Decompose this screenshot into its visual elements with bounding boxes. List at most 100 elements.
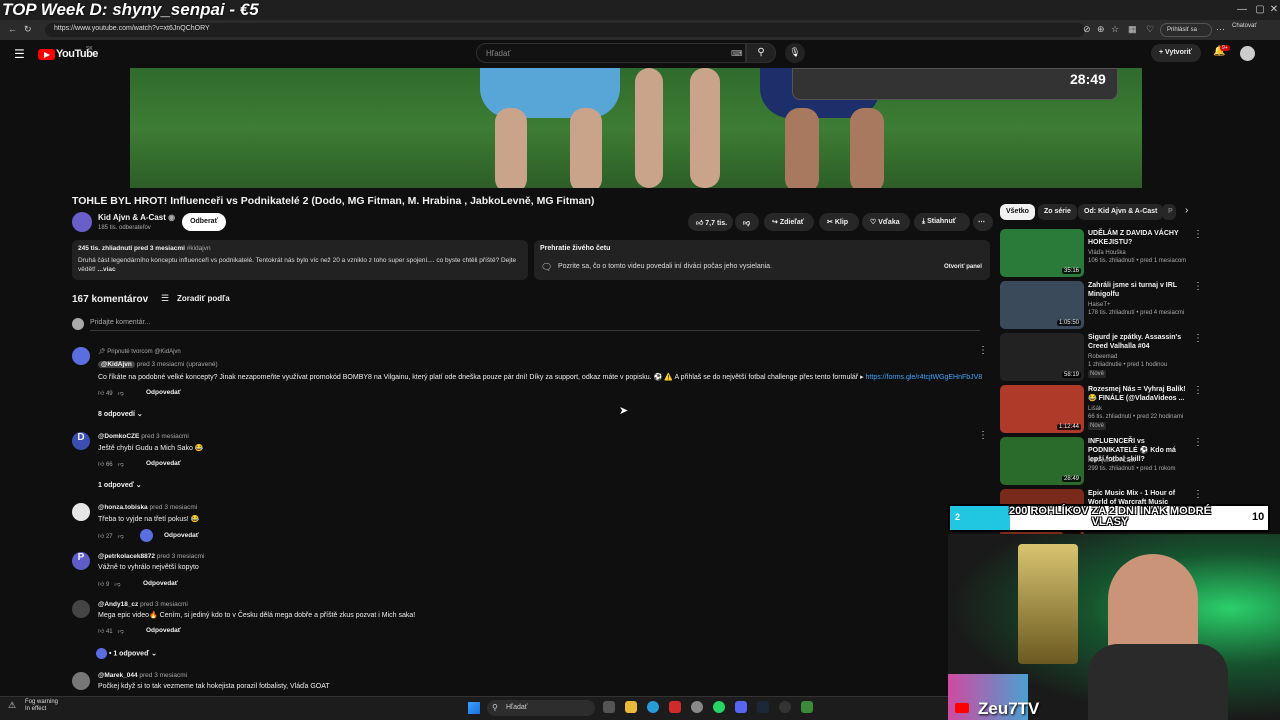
reload-icon[interactable]: ↻: [24, 24, 32, 35]
star-icon[interactable]: ☆: [1111, 24, 1119, 35]
obs-icon[interactable]: [691, 701, 703, 713]
add-comment-input[interactable]: Pridajte komentár...: [90, 319, 150, 326]
show-replies-button[interactable]: 1 odpoveď ⌄: [98, 481, 142, 489]
rec-thumbnail[interactable]: 35:16: [1000, 229, 1084, 277]
favorites-icon[interactable]: ♡: [1146, 24, 1154, 35]
rec-menu-icon[interactable]: ⋮: [1193, 333, 1203, 344]
rec-menu-icon[interactable]: ⋮: [1193, 229, 1203, 240]
comment-avatar[interactable]: [72, 600, 90, 618]
keyboard-icon[interactable]: ⌨: [731, 49, 743, 58]
author-handle[interactable]: @DomkoCZE: [98, 433, 139, 440]
rec-channel[interactable]: Kid Ajvn & A-Cast: [1088, 457, 1135, 465]
dislike-button[interactable]: 👎︎: [735, 213, 759, 231]
settings-icon[interactable]: [779, 701, 791, 713]
rec-menu-icon[interactable]: ⋮: [1193, 437, 1203, 448]
rec-channel[interactable]: HaiseT+: [1088, 301, 1111, 309]
download-button[interactable]: ⤓ Stiahnuť: [914, 213, 970, 231]
comment-link[interactable]: https://forms.gle/r4tcjtWGgEHnFbJV8: [866, 374, 983, 381]
extension-icon[interactable]: ⊘: [1083, 24, 1091, 35]
thumbs-down-icon[interactable]: 👎︎: [118, 629, 124, 635]
more-actions-button[interactable]: ⋯: [973, 213, 993, 231]
reply-button[interactable]: Odpovedať: [164, 532, 199, 539]
author-handle[interactable]: @Andy18_cz: [98, 601, 138, 608]
minimize-icon[interactable]: —: [1232, 4, 1252, 15]
thumbs-up-icon[interactable]: 👍︎: [98, 582, 104, 588]
chip-more[interactable]: P: [1162, 204, 1176, 220]
rec-thumbnail[interactable]: 1:12:44: [1000, 385, 1084, 433]
rec-title[interactable]: Rozesmej Nás = Vyhraj Balík! 😂 FINÁLE (@…: [1088, 385, 1193, 403]
sign-in-button[interactable]: Prihlásiť sa: [1160, 23, 1212, 37]
comment-avatar[interactable]: [72, 672, 90, 690]
reply-button[interactable]: Odpovedať: [146, 389, 181, 396]
clip-button[interactable]: ✂ Klip: [819, 213, 859, 231]
share-button[interactable]: ↪ Zdieľať: [764, 213, 814, 231]
show-replies-button[interactable]: • 1 odpoveď ⌄: [96, 648, 157, 659]
comment-time[interactable]: pred 3 mesiacmi: [157, 553, 205, 560]
reply-button[interactable]: Odpovedať: [146, 460, 181, 467]
thumbs-down-icon[interactable]: 👎︎: [114, 582, 120, 588]
thanks-button[interactable]: ♡ Vďaka: [862, 213, 910, 231]
comment-time[interactable]: pred 3 mesiacmi: [150, 504, 198, 511]
search-button[interactable]: ⚲: [746, 43, 776, 63]
more-browser-icon[interactable]: ⋯: [1216, 24, 1225, 35]
rec-title[interactable]: Sigurd je zpátky. Assassin's Creed Valha…: [1088, 333, 1193, 351]
rec-channel[interactable]: Vláďa Houška: [1088, 249, 1126, 257]
account-avatar[interactable]: [1240, 46, 1255, 61]
search-input[interactable]: [476, 43, 746, 63]
comment-time[interactable]: pred 3 mesiacmi: [140, 601, 188, 608]
weather-widget[interactable]: Fog warning In effect: [25, 699, 58, 713]
reply-button[interactable]: Odpovedať: [143, 580, 178, 587]
like-button[interactable]: 👍︎ 7,7 tis.: [688, 213, 733, 231]
comment-menu-icon[interactable]: ⋮: [978, 345, 988, 356]
app-icon[interactable]: [669, 701, 681, 713]
comment-avatar[interactable]: [72, 347, 90, 365]
author-handle[interactable]: @KidAjvn: [98, 361, 135, 368]
rec-menu-icon[interactable]: ⋮: [1193, 489, 1203, 500]
rec-channel[interactable]: Lišák: [1088, 405, 1102, 413]
author-handle[interactable]: @petrkolacek8872: [98, 553, 155, 560]
translate-icon[interactable]: ⊕: [1097, 24, 1105, 35]
edge-icon[interactable]: [647, 701, 659, 713]
sort-button[interactable]: Zoradiť podľa: [177, 294, 230, 303]
taskbar-search[interactable]: [487, 700, 595, 716]
rec-title[interactable]: UDĚLÁM Z DAVIDA VÁCHY HOKEJISTU?: [1088, 229, 1193, 247]
hashtag[interactable]: #kidajvn: [187, 245, 211, 252]
discord-icon[interactable]: [735, 701, 747, 713]
reply-button[interactable]: Odpovedať: [146, 627, 181, 634]
tab-search-icon[interactable]: ▦: [1128, 24, 1137, 35]
app-icon-2[interactable]: [801, 701, 813, 713]
open-panel-button[interactable]: Otvoriť panel: [940, 260, 986, 274]
steam-icon[interactable]: [757, 701, 769, 713]
rec-menu-icon[interactable]: ⋮: [1193, 281, 1203, 292]
youtube-logo-icon[interactable]: [38, 49, 55, 60]
channel-avatar[interactable]: [72, 212, 92, 232]
chip-from-channel[interactable]: Od: Kid Ajvn & A-Cast: [1078, 204, 1164, 220]
author-handle[interactable]: @honza.tobiska: [98, 504, 148, 511]
comment-time[interactable]: pred 3 mesiacmi: [139, 672, 187, 679]
comment-avatar[interactable]: P: [72, 552, 90, 570]
thumbs-down-icon[interactable]: 👎︎: [118, 462, 124, 468]
comment-avatar[interactable]: [72, 503, 90, 521]
subscribe-button[interactable]: Odberať: [182, 213, 226, 231]
comment-time[interactable]: pred 3 mesiacmi (upravené): [137, 361, 218, 368]
thumbs-up-icon[interactable]: 👍︎: [98, 391, 104, 397]
comment-avatar[interactable]: D: [72, 432, 90, 450]
chevron-right-icon[interactable]: ›: [1185, 205, 1188, 216]
show-more-link[interactable]: ...viac: [98, 266, 116, 273]
sort-icon[interactable]: ☰: [161, 293, 169, 304]
voice-search-button[interactable]: 🎙: [785, 43, 805, 63]
copilot-chat-button[interactable]: Chatovať: [1232, 23, 1257, 29]
close-window-icon[interactable]: ✕: [1264, 4, 1280, 15]
rec-menu-icon[interactable]: ⋮: [1193, 385, 1203, 396]
rec-thumbnail[interactable]: 1:05:50: [1000, 281, 1084, 329]
rec-thumbnail[interactable]: 58:19: [1000, 333, 1084, 381]
whatsapp-icon[interactable]: [713, 701, 725, 713]
author-handle[interactable]: @Marek_044: [98, 672, 138, 679]
task-view-icon[interactable]: [603, 701, 615, 713]
comment-time[interactable]: pred 3 mesiacmi: [141, 433, 189, 440]
rec-channel[interactable]: Robeemad: [1088, 353, 1117, 361]
create-button[interactable]: + Vytvoriť: [1151, 44, 1201, 62]
rec-thumbnail[interactable]: 28:49: [1000, 437, 1084, 485]
chip-series[interactable]: Zo série: [1038, 204, 1077, 220]
comment-menu-icon[interactable]: ⋮: [978, 430, 988, 441]
